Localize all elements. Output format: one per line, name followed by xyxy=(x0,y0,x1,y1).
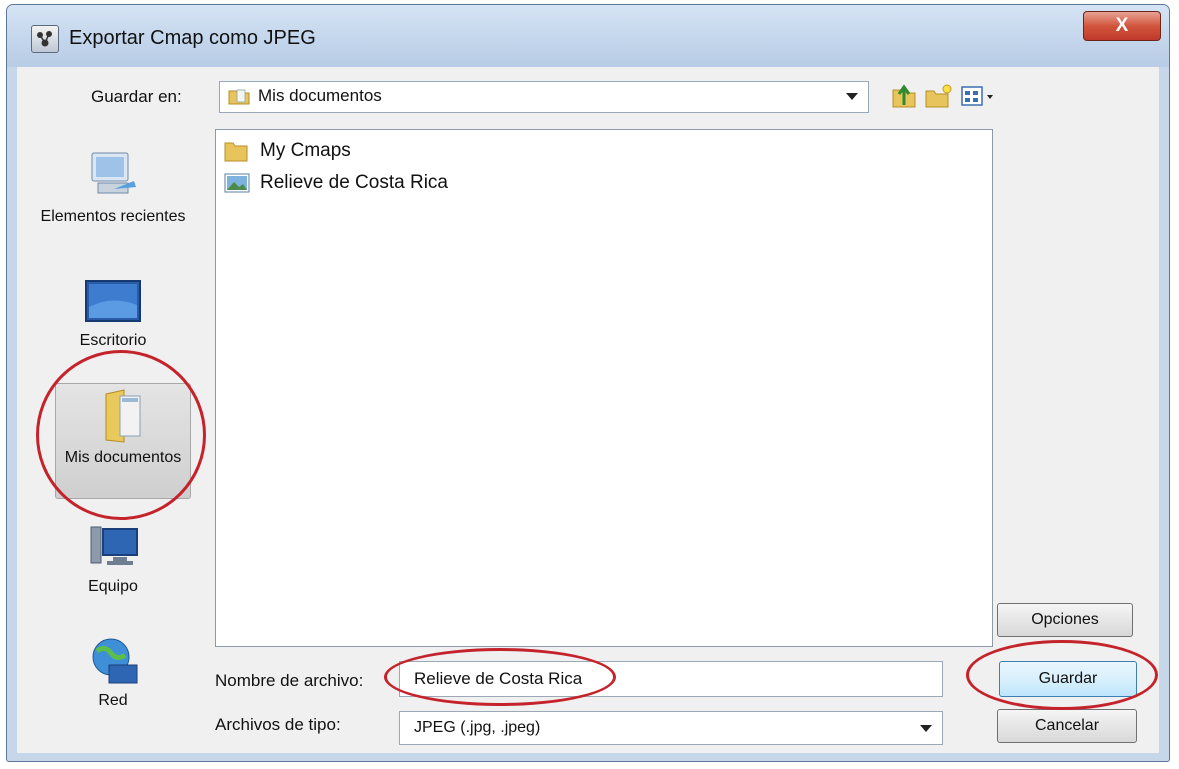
chevron-down-icon[interactable] xyxy=(846,93,858,100)
place-computer[interactable]: Equipo xyxy=(37,523,189,605)
options-label: Opciones xyxy=(1031,611,1099,628)
file-name: My Cmaps xyxy=(260,140,351,161)
dialog-body: Guardar en: Mis documentos Elementos rec… xyxy=(17,67,1159,753)
close-icon: X xyxy=(1115,15,1129,36)
place-label: Escritorio xyxy=(79,332,147,349)
chevron-down-icon[interactable] xyxy=(920,725,932,732)
save-label: Guardar xyxy=(1038,670,1098,687)
place-my-documents[interactable]: Mis documentos xyxy=(55,383,191,499)
folder-icon xyxy=(224,142,248,162)
file-list[interactable]: My Cmaps Relieve de Costa Rica xyxy=(215,129,993,647)
export-dialog: Exportar Cmap como JPEG X Guardar en: Mi… xyxy=(6,4,1170,762)
cancel-label: Cancelar xyxy=(1034,717,1100,734)
desktop-icon xyxy=(85,280,141,322)
image-file-icon xyxy=(224,173,250,193)
close-button[interactable]: X xyxy=(1083,11,1161,41)
save-button[interactable]: Guardar xyxy=(999,661,1137,697)
filetype-dropdown[interactable]: JPEG (.jpg, .jpeg) xyxy=(399,711,943,745)
place-label: Red xyxy=(98,692,128,709)
place-network[interactable]: Red xyxy=(37,635,189,725)
list-item[interactable]: My Cmaps xyxy=(224,138,424,166)
recent-items-icon xyxy=(91,152,136,194)
save-in-label: Guardar en: xyxy=(91,87,182,106)
place-recent-items[interactable]: Elementos recientes xyxy=(37,145,189,255)
save-in-dropdown[interactable]: Mis documentos xyxy=(219,81,869,113)
filetype-label: Archivos de tipo: xyxy=(215,715,341,734)
place-label: Equipo xyxy=(88,578,138,595)
view-menu-icon[interactable] xyxy=(959,81,997,111)
title-bar[interactable]: Exportar Cmap como JPEG X xyxy=(7,5,1169,67)
options-button[interactable]: Opciones xyxy=(997,603,1133,637)
place-desktop[interactable]: Escritorio xyxy=(37,277,189,361)
file-name: Relieve de Costa Rica xyxy=(260,172,448,193)
place-label: Mis documentos xyxy=(64,449,182,466)
documents-folder-small-icon xyxy=(228,89,250,105)
documents-folder-icon xyxy=(105,389,141,443)
window-title: Exportar Cmap como JPEG xyxy=(69,27,316,49)
place-label: Elementos recientes xyxy=(40,208,186,225)
new-folder-icon[interactable] xyxy=(923,81,953,111)
list-item[interactable]: Relieve de Costa Rica xyxy=(224,170,484,198)
up-folder-icon[interactable] xyxy=(889,81,919,111)
computer-icon xyxy=(90,526,138,565)
filename-label: Nombre de archivo: xyxy=(215,671,364,690)
cmap-app-icon xyxy=(31,25,59,53)
save-in-value: Mis documentos xyxy=(258,86,382,105)
cancel-button[interactable]: Cancelar xyxy=(997,709,1137,743)
filetype-value: JPEG (.jpg, .jpeg) xyxy=(414,719,541,736)
filename-value: Relieve de Costa Rica xyxy=(414,669,583,688)
filename-input[interactable]: Relieve de Costa Rica xyxy=(399,661,943,697)
network-icon xyxy=(92,638,138,684)
